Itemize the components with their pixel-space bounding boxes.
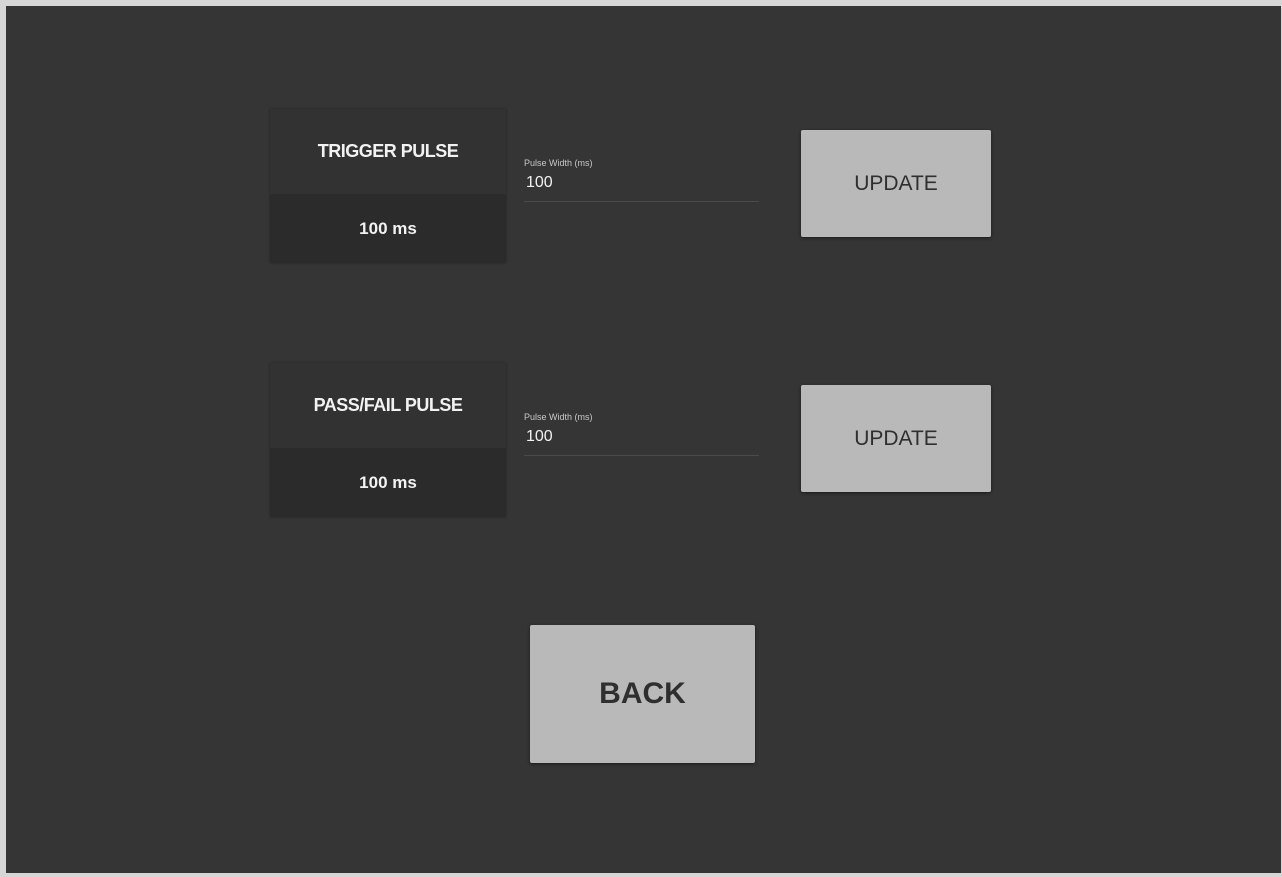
passfail-pulse-width-label: Pulse Width (ms) xyxy=(524,412,593,422)
passfail-pulse-title: PASS/FAIL PULSE xyxy=(270,363,506,448)
trigger-pulse-title: TRIGGER PULSE xyxy=(270,109,506,194)
trigger-pulse-width-label: Pulse Width (ms) xyxy=(524,158,593,168)
passfail-pulse-width-field: Pulse Width (ms) xyxy=(524,410,759,456)
trigger-pulse-card: TRIGGER PULSE 100 ms xyxy=(270,109,506,263)
trigger-pulse-current-value: 100 ms xyxy=(359,218,417,238)
trigger-update-button[interactable]: UPDATE xyxy=(801,130,991,237)
trigger-pulse-width-input[interactable] xyxy=(524,170,759,202)
back-button[interactable]: BACK xyxy=(530,625,755,763)
passfail-pulse-current-value: 100 ms xyxy=(359,472,417,492)
passfail-pulse-width-input[interactable] xyxy=(524,424,759,456)
pulse-settings-screen: TRIGGER PULSE 100 ms Pulse Width (ms) UP… xyxy=(6,6,1281,873)
trigger-pulse-width-field: Pulse Width (ms) xyxy=(524,156,759,202)
passfail-update-button[interactable]: UPDATE xyxy=(801,385,991,492)
passfail-pulse-card: PASS/FAIL PULSE 100 ms xyxy=(270,363,506,517)
